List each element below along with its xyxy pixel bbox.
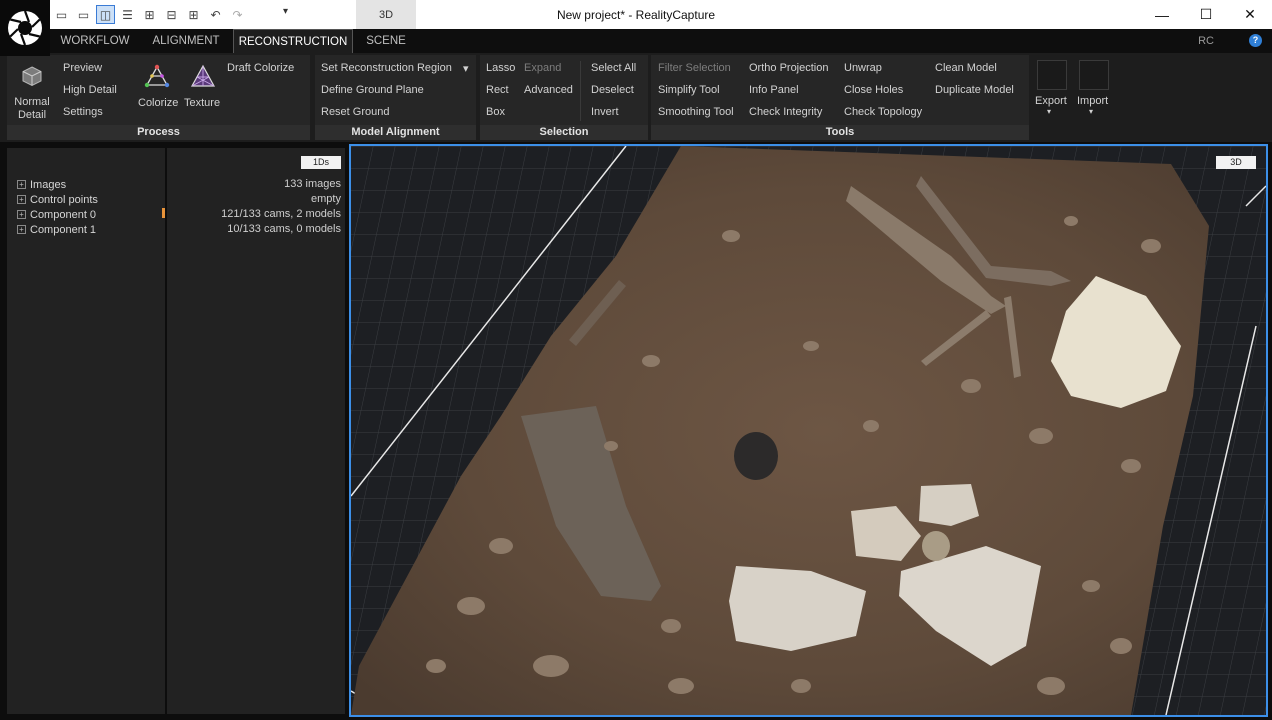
draft-colorize-button[interactable]: Draft Colorize xyxy=(227,62,294,74)
viewport-mode-badge[interactable]: 3D xyxy=(1216,156,1256,169)
check-integrity-button[interactable]: Check Integrity xyxy=(749,106,822,118)
preview-button[interactable]: Preview xyxy=(63,62,102,74)
close-button[interactable]: ✕ xyxy=(1228,0,1272,29)
minimize-button[interactable]: — xyxy=(1140,0,1184,29)
advanced-button[interactable]: Advanced xyxy=(524,84,573,96)
select-all-button[interactable]: Select All xyxy=(591,62,636,74)
ribbon: Normal Detail Preview High Detail Settin… xyxy=(0,53,1272,142)
process-group-label: Process xyxy=(7,125,310,140)
app-window: ▭ ▭ ◫ ☰ ⊞ ⊟ ⊞ ↶ ↷ ▾ 3D New project* - Re… xyxy=(0,0,1272,720)
define-ground-plane-button[interactable]: Define Ground Plane xyxy=(321,84,424,96)
dark-rock-mesh xyxy=(734,432,778,480)
tab-reconstruction[interactable]: RECONSTRUCTION xyxy=(233,29,353,53)
tools-group: Filter Selection Simplify Tool Smoothing… xyxy=(651,55,1029,140)
high-detail-button[interactable]: High Detail xyxy=(63,84,117,96)
aperture-logo-icon xyxy=(8,10,42,46)
simplify-tool-button[interactable]: Simplify Tool xyxy=(658,84,720,96)
project-tree-panel: + Images + Control points + Component 0 … xyxy=(7,148,165,714)
tree-info-images: 133 images xyxy=(284,178,341,190)
cube-icon xyxy=(21,65,43,87)
normal-detail-label-1: Normal xyxy=(14,96,50,108)
reset-ground-button[interactable]: Reset Ground xyxy=(321,106,389,118)
info-panel-button[interactable]: Info Panel xyxy=(749,84,799,96)
active-component-marker xyxy=(162,208,165,218)
expand-icon[interactable]: + xyxy=(17,180,26,189)
expand-button[interactable]: Expand xyxy=(524,62,561,74)
panel-type-badge[interactable]: 1Ds xyxy=(301,156,341,169)
rect-button[interactable]: Rect xyxy=(486,84,509,96)
window-controls: — ☐ ✕ xyxy=(1140,0,1272,29)
set-region-dropdown-icon[interactable]: ▾ xyxy=(463,62,469,75)
window-title: New project* - RealityCapture xyxy=(556,8,716,22)
texture-icon xyxy=(189,63,217,89)
round-pebble-mesh xyxy=(922,531,950,561)
close-holes-button[interactable]: Close Holes xyxy=(844,84,903,96)
smoothing-tool-button[interactable]: Smoothing Tool xyxy=(658,106,734,118)
tree-item-label: Control points xyxy=(30,193,98,206)
import-button[interactable]: Import xyxy=(1077,95,1108,107)
expand-icon[interactable]: + xyxy=(17,195,26,204)
texture-button[interactable]: Texture xyxy=(184,97,220,109)
tree-item-control-points[interactable]: + Control points xyxy=(17,192,98,207)
tab-scene[interactable]: SCENE xyxy=(358,29,414,53)
title-bar: ▭ ▭ ◫ ☰ ⊞ ⊟ ⊞ ↶ ↷ ▾ 3D New project* - Re… xyxy=(0,0,1272,29)
selection-group: Lasso Expand Rect Advanced Box Select Al… xyxy=(480,55,648,140)
model-alignment-group: Set Reconstruction Region ▾ Define Groun… xyxy=(315,55,476,140)
tree-item-label: Images xyxy=(30,178,67,191)
set-reconstruction-region-button[interactable]: Set Reconstruction Region xyxy=(321,62,452,74)
model-alignment-group-label: Model Alignment xyxy=(315,125,476,140)
export-dropdown-icon[interactable]: ▾ xyxy=(1047,107,1051,116)
lasso-button[interactable]: Lasso xyxy=(486,62,515,74)
expand-icon[interactable]: + xyxy=(17,210,26,219)
normal-detail-label-2: Detail xyxy=(17,109,47,121)
settings-button[interactable]: Settings xyxy=(63,106,103,118)
box-button[interactable]: Box xyxy=(486,106,505,118)
tree-item-images[interactable]: + Images xyxy=(17,177,66,192)
3d-viewport[interactable]: 3D xyxy=(349,144,1268,717)
check-topology-button[interactable]: Check Topology xyxy=(844,106,922,118)
tools-group-label: Tools xyxy=(651,125,1029,140)
tree-item-component-1[interactable]: + Component 1 xyxy=(17,222,96,237)
tree-info-component-0: 121/133 cams, 2 models xyxy=(221,208,341,220)
selection-separator xyxy=(580,61,581,121)
tree-item-component-0[interactable]: + Component 0 xyxy=(17,207,96,222)
import-dropdown-icon[interactable]: ▾ xyxy=(1089,107,1093,116)
process-group: Normal Detail Preview High Detail Settin… xyxy=(7,55,310,140)
tree-info-component-1: 10/133 cams, 0 models xyxy=(227,223,341,235)
3d-scene xyxy=(351,146,1266,715)
clean-model-button[interactable]: Clean Model xyxy=(935,62,997,74)
help-icon[interactable]: ? xyxy=(1249,34,1262,47)
duplicate-model-button[interactable]: Duplicate Model xyxy=(935,84,1014,96)
tree-info-control-points: empty xyxy=(311,193,341,205)
colorize-icon xyxy=(143,63,171,89)
colorize-button[interactable]: Colorize xyxy=(138,97,178,109)
unwrap-button[interactable]: Unwrap xyxy=(844,62,882,74)
selection-group-label: Selection xyxy=(480,125,648,140)
export-icon xyxy=(1037,60,1067,90)
deselect-button[interactable]: Deselect xyxy=(591,84,634,96)
tab-alignment[interactable]: ALIGNMENT xyxy=(145,29,227,53)
normal-detail-button[interactable]: Normal Detail xyxy=(11,96,53,122)
ribbon-tab-bar: WORKFLOW ALIGNMENT RECONSTRUCTION SCENE … xyxy=(0,29,1272,53)
import-icon xyxy=(1079,60,1109,90)
tree-info-panel: 1Ds 133 images empty 121/133 cams, 2 mod… xyxy=(167,148,345,714)
maximize-button[interactable]: ☐ xyxy=(1184,0,1228,29)
rc-label: RC xyxy=(1198,35,1214,47)
filter-selection-button[interactable]: Filter Selection xyxy=(658,62,731,74)
export-button[interactable]: Export xyxy=(1035,95,1067,107)
tab-workflow[interactable]: WORKFLOW xyxy=(55,29,135,53)
ortho-projection-button[interactable]: Ortho Projection xyxy=(749,62,828,74)
tree-item-label: Component 0 xyxy=(30,208,97,221)
invert-button[interactable]: Invert xyxy=(591,106,619,118)
expand-icon[interactable]: + xyxy=(17,225,26,234)
app-logo[interactable] xyxy=(0,0,50,56)
tree-item-label: Component 1 xyxy=(30,223,97,236)
